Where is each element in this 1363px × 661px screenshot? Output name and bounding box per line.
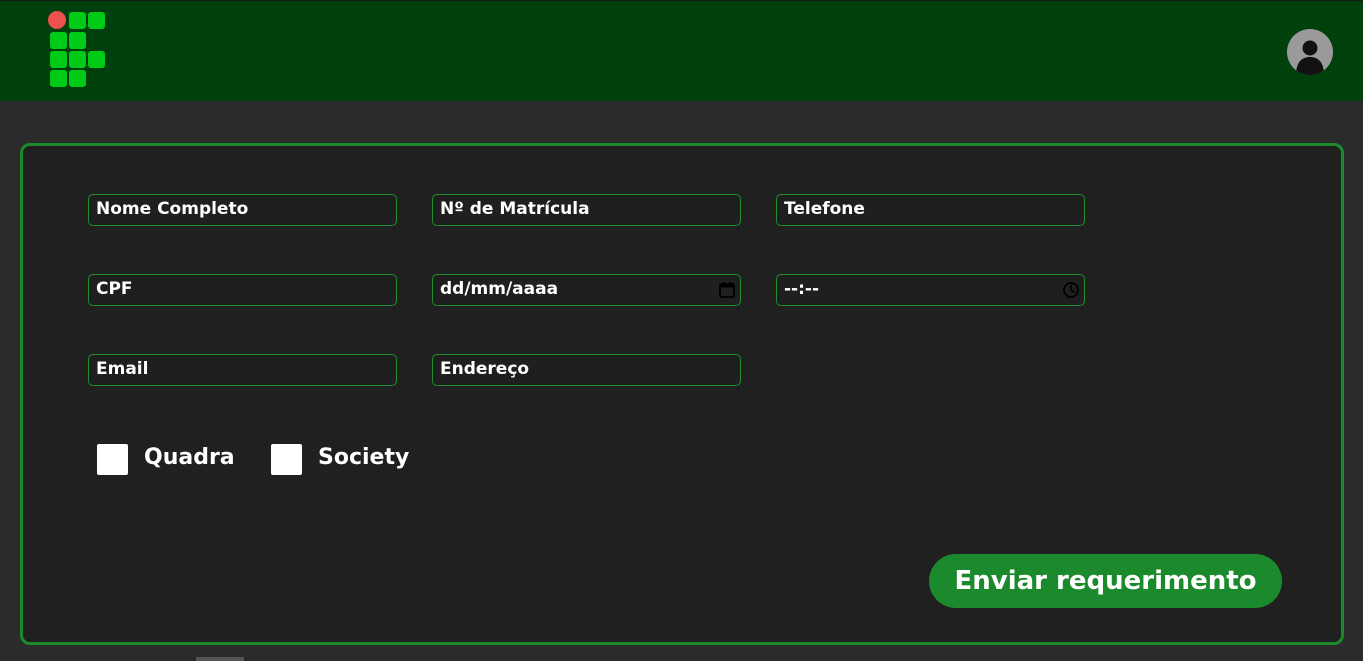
endereco-placeholder: Endereço <box>440 359 530 379</box>
requerimento-form: Nome Completo Nº de Matrícula Telefone C… <box>20 143 1344 645</box>
top-bar <box>0 0 1363 101</box>
cpf-input[interactable]: CPF <box>88 274 397 306</box>
nome-completo-input[interactable]: Nome Completo <box>88 194 397 226</box>
horizontal-scrollbar[interactable] <box>196 657 244 661</box>
quadra-checkbox[interactable] <box>97 444 128 475</box>
nome-completo-placeholder: Nome Completo <box>96 199 249 219</box>
date-placeholder: dd/mm/aaaa <box>440 279 559 299</box>
time-placeholder: --:-- <box>784 279 820 299</box>
date-input[interactable]: dd/mm/aaaa <box>432 274 741 306</box>
telefone-placeholder: Telefone <box>784 199 865 219</box>
email-input[interactable]: Email <box>88 354 397 386</box>
society-label: Society <box>318 445 410 470</box>
email-placeholder: Email <box>96 359 149 379</box>
matricula-placeholder: Nº de Matrícula <box>440 199 590 219</box>
telefone-input[interactable]: Telefone <box>776 194 1085 226</box>
quadra-label: Quadra <box>144 445 235 470</box>
society-checkbox[interactable] <box>271 444 302 475</box>
time-input[interactable]: --:-- <box>776 274 1085 306</box>
matricula-input[interactable]: Nº de Matrícula <box>432 194 741 226</box>
user-avatar-icon[interactable] <box>1287 29 1333 75</box>
endereco-input[interactable]: Endereço <box>432 354 741 386</box>
cpf-placeholder: CPF <box>96 279 133 299</box>
clock-icon[interactable] <box>1062 281 1080 299</box>
institute-logo-icon[interactable] <box>48 11 108 91</box>
enviar-requerimento-button[interactable]: Enviar requerimento <box>929 554 1282 608</box>
calendar-icon[interactable] <box>718 281 736 299</box>
